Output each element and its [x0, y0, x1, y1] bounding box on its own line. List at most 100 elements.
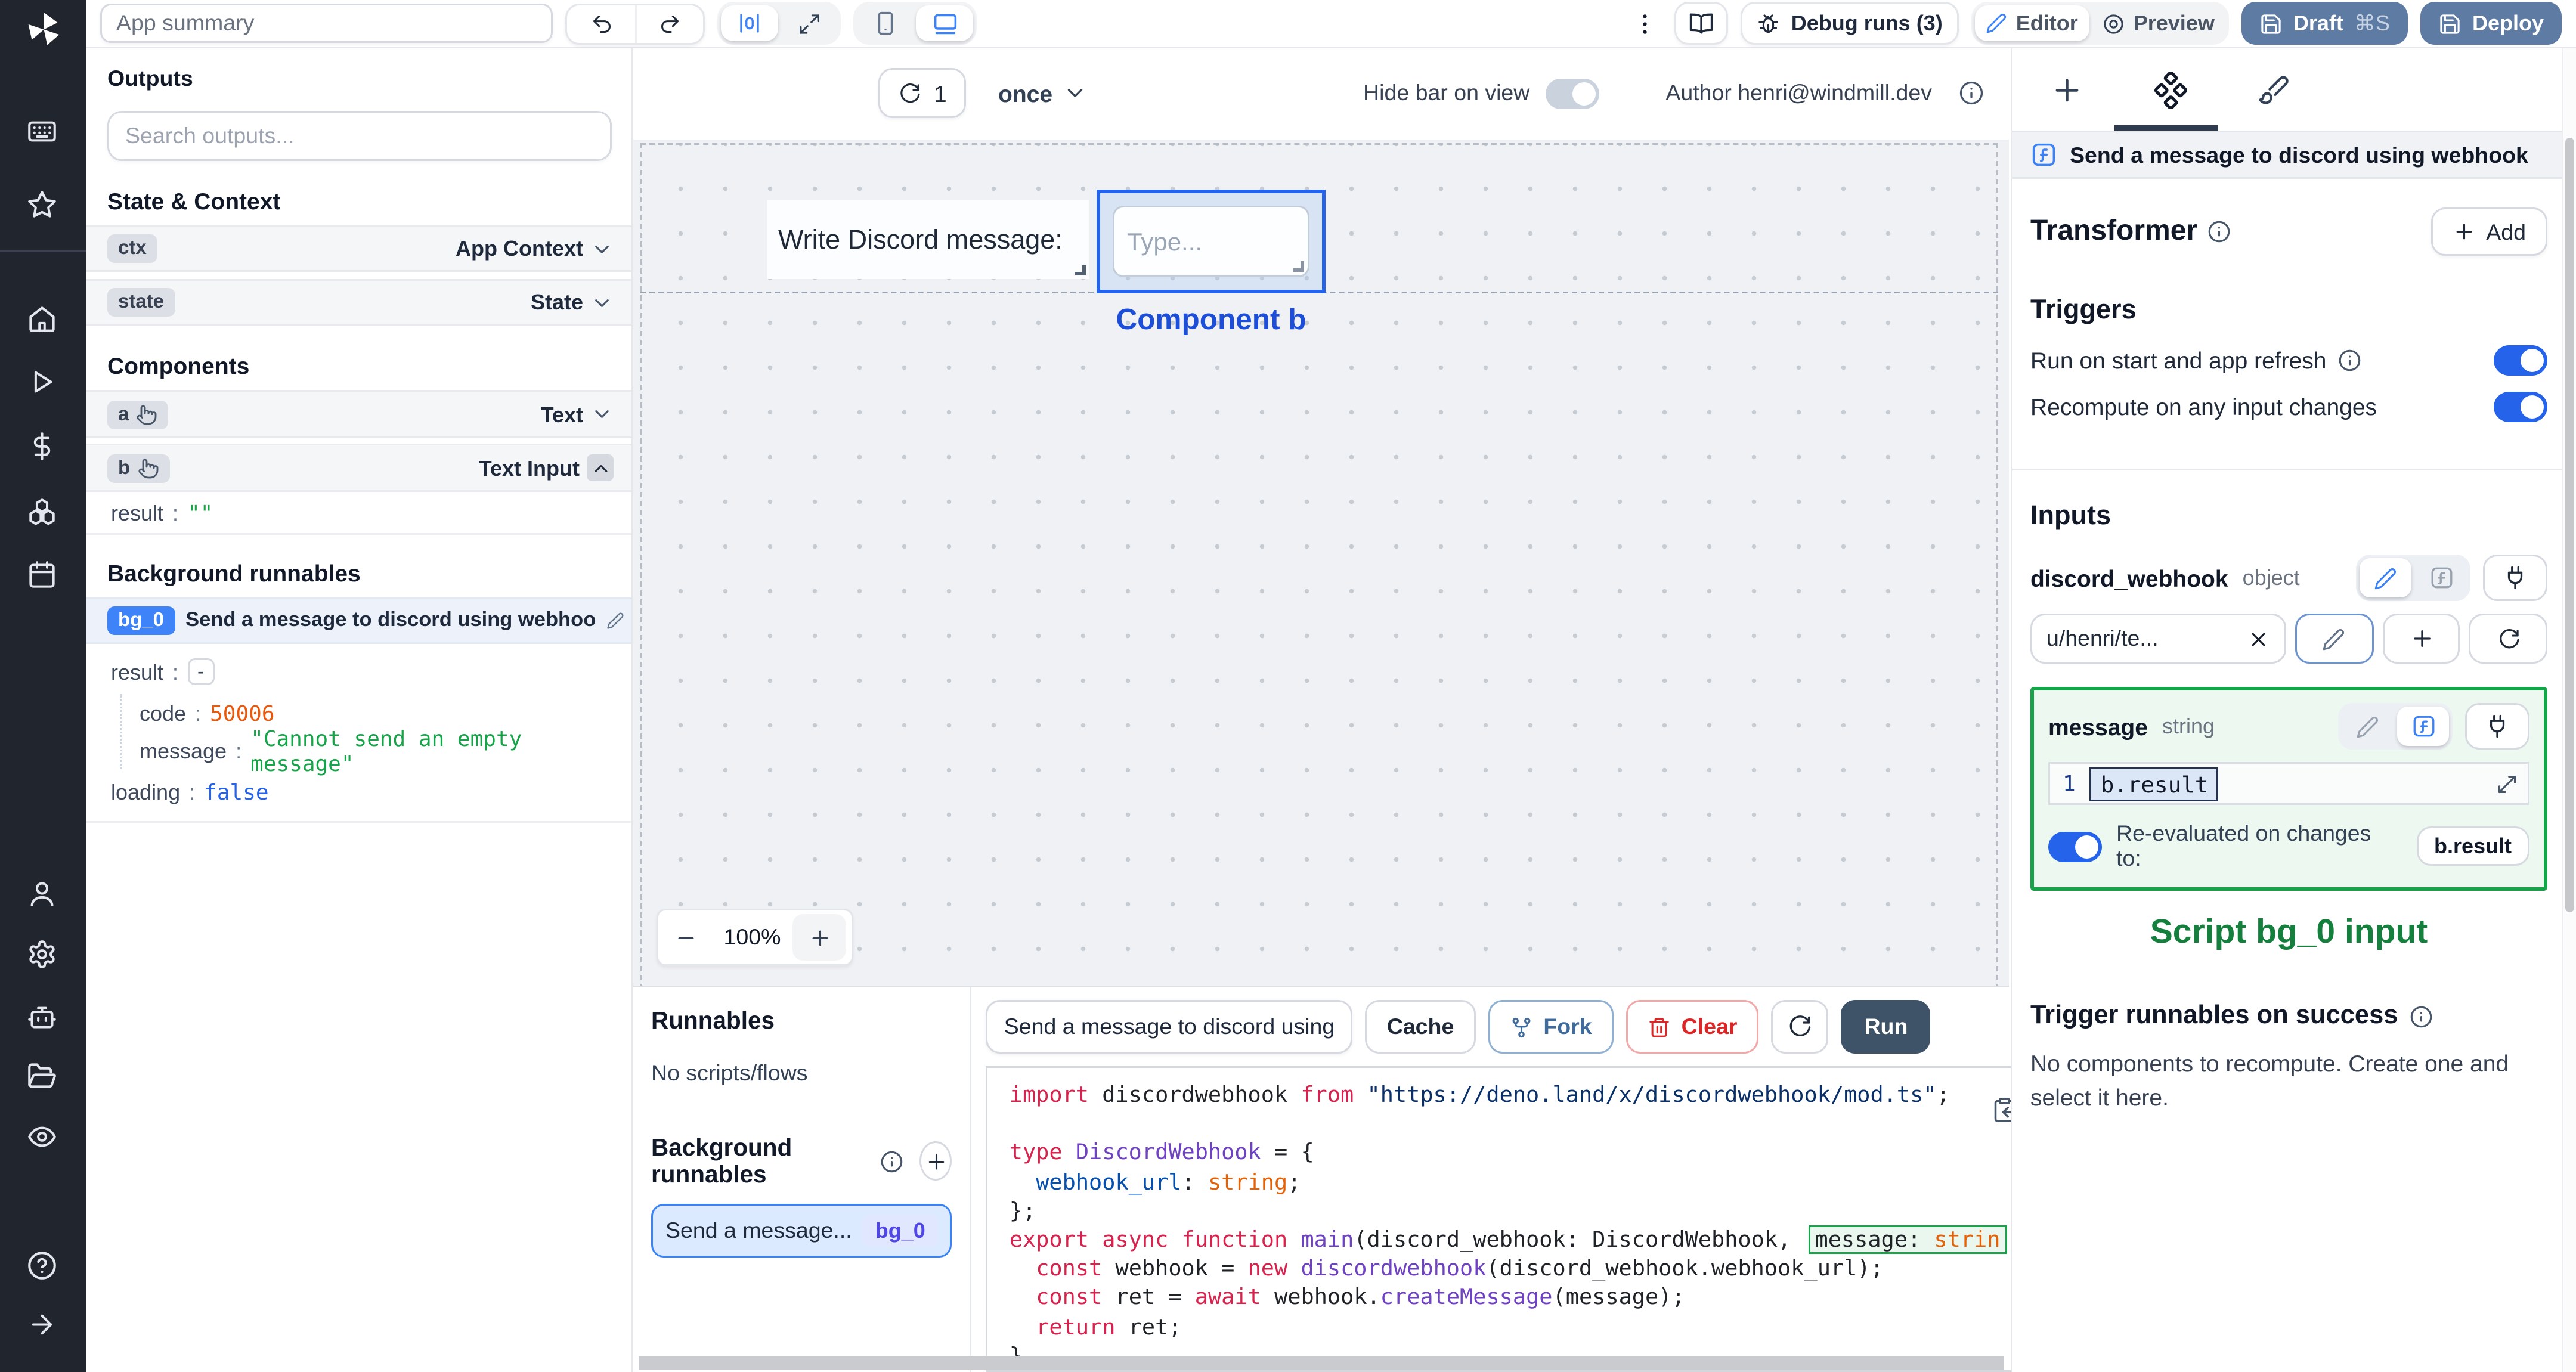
- schedule-dropdown[interactable]: once: [998, 68, 1088, 118]
- windmill-logo-icon[interactable]: [23, 9, 64, 50]
- zoom-out-button[interactable]: [658, 914, 712, 961]
- search-outputs-input[interactable]: [107, 111, 612, 161]
- favorites-star-icon[interactable]: [27, 190, 57, 220]
- resource-select[interactable]: u/henri/te...: [2030, 614, 2286, 664]
- chevron-down-icon[interactable]: [590, 402, 614, 426]
- component-row-b[interactable]: b Text Input: [86, 444, 631, 492]
- reload-button[interactable]: [1771, 1000, 1829, 1054]
- desktop-view-button[interactable]: [916, 5, 973, 41]
- mobile-view-button[interactable]: [857, 5, 914, 41]
- expand-rail-icon[interactable]: [27, 1309, 57, 1340]
- connect-plug-button[interactable]: [2483, 555, 2547, 601]
- info-icon[interactable]: [1959, 80, 1984, 106]
- text-component-a[interactable]: Write Discord message:: [767, 200, 1089, 279]
- add-runnable-button[interactable]: [919, 1141, 952, 1181]
- plug-icon: [2485, 714, 2510, 739]
- output-row-ctx[interactable]: ctx App Context: [86, 225, 631, 272]
- undo-button[interactable]: [567, 5, 635, 42]
- chevron-down-icon[interactable]: [590, 237, 614, 261]
- tab-styling-brush-icon[interactable]: [2258, 73, 2290, 106]
- connect-plug-button[interactable]: [2465, 703, 2529, 750]
- info-icon[interactable]: [2409, 1005, 2432, 1028]
- chevron-down-icon[interactable]: [590, 291, 614, 314]
- canvas-toolbar: 1 once Hide bar on view Author henri@win…: [633, 48, 2009, 140]
- inputs-title: Inputs: [2030, 501, 2111, 531]
- fork-icon: [1509, 1015, 1532, 1039]
- eval-mode-button[interactable]: [2415, 558, 2467, 597]
- help-icon[interactable]: [27, 1250, 57, 1281]
- runs-icon[interactable]: [27, 367, 57, 397]
- expression-editor[interactable]: 1 b.result: [2048, 762, 2529, 805]
- resources-icon[interactable]: [27, 497, 57, 528]
- center-layout-button[interactable]: [721, 5, 778, 41]
- tab-settings-diamonds-icon[interactable]: [2152, 70, 2190, 109]
- reeval-target-pill[interactable]: b.result: [2416, 826, 2529, 866]
- run-on-start-toggle[interactable]: [2494, 345, 2547, 376]
- info-icon[interactable]: [2337, 349, 2361, 372]
- kv-code-key: code: [140, 700, 187, 726]
- audit-eye-icon[interactable]: [27, 1122, 57, 1152]
- refresh-resource-button[interactable]: [2469, 614, 2548, 664]
- eval-mode-button[interactable]: [2397, 707, 2449, 746]
- tab-preview[interactable]: Preview: [2091, 5, 2225, 41]
- more-menu-icon[interactable]: [1632, 10, 1659, 37]
- bg0-result-tree: result: - code: 50006 message: "Cannot s…: [86, 644, 631, 823]
- fullscreen-button[interactable]: [780, 5, 837, 41]
- apps-icon[interactable]: [27, 116, 57, 147]
- schedules-icon[interactable]: [27, 560, 57, 590]
- create-resource-button[interactable]: [2382, 614, 2461, 664]
- resize-handle[interactable]: [1075, 265, 1086, 275]
- variables-icon[interactable]: [27, 431, 57, 462]
- chevron-up-icon[interactable]: [590, 457, 611, 479]
- bg0-result-row: result: -: [111, 653, 631, 690]
- draft-button[interactable]: Draft ⌘S: [2241, 2, 2408, 45]
- cache-button[interactable]: Cache: [1365, 1000, 1476, 1054]
- bottom-horizontal-scrollbar[interactable]: [639, 1356, 2004, 1370]
- debug-runs-button[interactable]: Debug runs (3): [1741, 2, 1959, 45]
- redo-button[interactable]: [635, 4, 703, 42]
- settings-gear-icon[interactable]: [27, 939, 57, 970]
- deploy-button[interactable]: Deploy: [2420, 2, 2562, 45]
- app-summary-input[interactable]: [100, 4, 553, 43]
- zoom-in-button[interactable]: [792, 914, 846, 961]
- edit-resource-button[interactable]: [2295, 614, 2374, 664]
- info-icon[interactable]: [2208, 220, 2231, 243]
- static-mode-button[interactable]: [2342, 707, 2394, 746]
- text-input-component[interactable]: Type...: [1113, 206, 1309, 277]
- bg-runnable-row[interactable]: bg_0 Send a message to discord using web…: [86, 597, 631, 644]
- script-name-input[interactable]: [986, 1000, 1353, 1054]
- fork-button[interactable]: Fork: [1488, 1000, 1614, 1054]
- refresh-icon: [2497, 627, 2520, 651]
- docs-button[interactable]: [1674, 2, 1729, 45]
- edit-pencil-icon[interactable]: [606, 612, 624, 630]
- app-canvas[interactable]: Write Discord message: Type... Component…: [633, 140, 2009, 986]
- reeval-toggle[interactable]: [2048, 831, 2102, 862]
- hide-bar-toggle[interactable]: [1546, 78, 1600, 109]
- collapse-button[interactable]: -: [187, 658, 215, 685]
- clear-button[interactable]: Clear: [1626, 1000, 1759, 1054]
- info-icon[interactable]: [881, 1150, 904, 1173]
- user-icon[interactable]: [27, 878, 57, 909]
- code-editor[interactable]: import discordwebhook from "https://deno…: [986, 1066, 2045, 1372]
- recompute-toggle[interactable]: [2494, 392, 2547, 422]
- refresh-count-box[interactable]: 1: [878, 68, 967, 118]
- run-button[interactable]: Run: [1841, 1000, 1931, 1054]
- workers-bot-icon[interactable]: [27, 1002, 57, 1032]
- tab-editor[interactable]: Editor: [1974, 5, 2089, 41]
- kv-message-key: message: [140, 738, 227, 763]
- output-row-state[interactable]: state State: [86, 279, 631, 326]
- clear-x-icon[interactable]: [2247, 627, 2270, 651]
- align-center-icon: [737, 11, 762, 36]
- expand-icon[interactable]: [2496, 772, 2519, 795]
- page-scrollbar[interactable]: [2562, 48, 2576, 1372]
- tab-insert-plus-icon[interactable]: [2050, 73, 2084, 107]
- plus-icon: [924, 1150, 948, 1173]
- selected-component-b[interactable]: Type...: [1097, 190, 1326, 293]
- home-icon[interactable]: [27, 304, 57, 335]
- runnable-item-bg0[interactable]: Send a message... bg_0: [651, 1204, 952, 1258]
- add-transformer-button[interactable]: Add: [2431, 207, 2547, 256]
- resize-handle[interactable]: [1293, 261, 1304, 272]
- static-mode-button[interactable]: [2360, 558, 2411, 597]
- component-row-a[interactable]: a Text: [86, 390, 631, 438]
- folders-icon[interactable]: [27, 1061, 57, 1091]
